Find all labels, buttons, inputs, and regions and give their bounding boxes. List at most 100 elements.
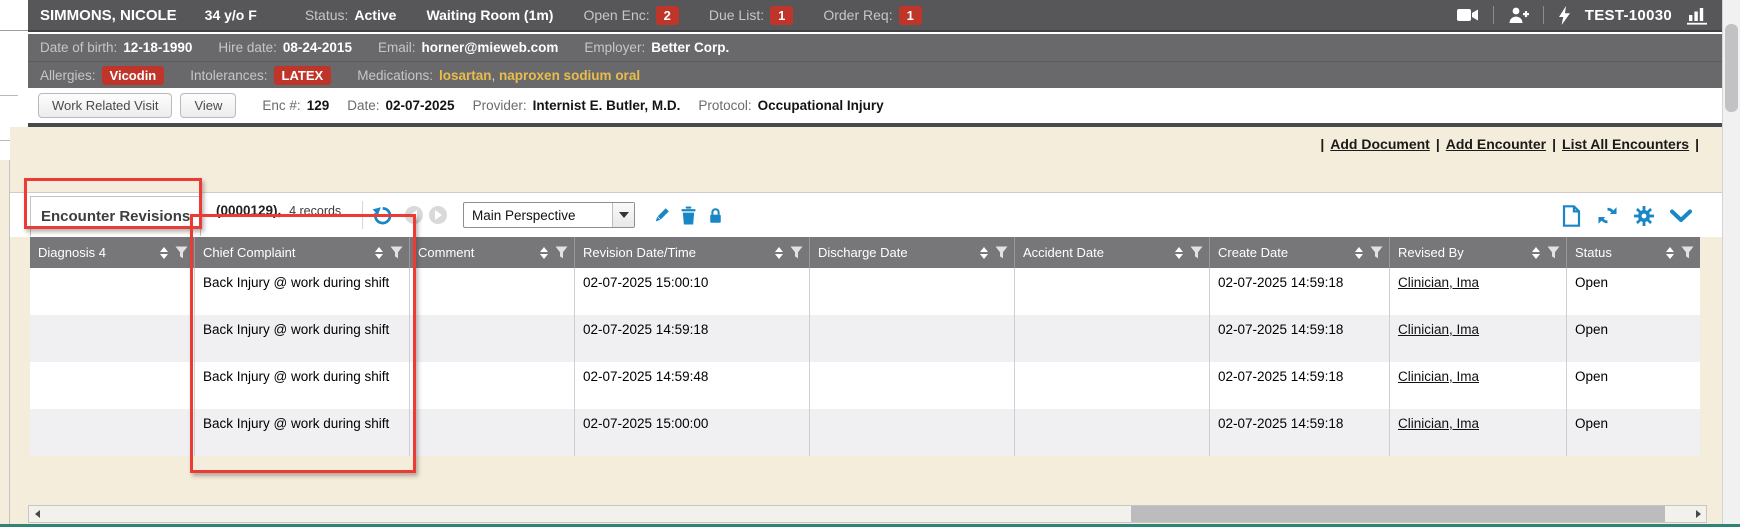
toolbar-button-view[interactable]: View <box>180 93 236 118</box>
cell-discharge-date <box>810 362 1015 409</box>
grid-header-row: Diagnosis 4 Chief Complaint CommentRevisio… <box>30 237 1700 268</box>
horizontal-scroll-thumb[interactable] <box>1131 506 1666 522</box>
grid-row[interactable]: Back Injury @ work during shift02-07-202… <box>30 268 1700 315</box>
medication-item: losartan <box>439 68 492 83</box>
filter-funnel-icon[interactable] <box>1681 246 1694 259</box>
horizontal-scroll-track[interactable] <box>45 506 1690 522</box>
filter-funnel-icon[interactable] <box>1190 246 1203 259</box>
person-add-icon[interactable] <box>1508 6 1529 24</box>
protocol-value: Occupational Injury <box>758 98 884 113</box>
allergies-label: Allergies: <box>40 68 96 83</box>
cell-discharge-date <box>810 315 1015 362</box>
column-header-accident-date[interactable]: Accident Date <box>1015 237 1210 268</box>
column-header-chief-complaint[interactable]: Chief Complaint <box>195 237 410 268</box>
column-header-diagnosis4[interactable]: Diagnosis 4 <box>30 237 195 268</box>
order-req-count-badge[interactable]: 1 <box>899 6 922 25</box>
edit-pencil-icon[interactable] <box>652 206 671 225</box>
encounter-revisions-panel-header: Encounter Revisions (0000129), 4 records… <box>10 192 1722 237</box>
open-enc-count-badge[interactable]: 2 <box>656 6 679 25</box>
cell-diagnosis4 <box>30 409 195 456</box>
scroll-left-arrow[interactable] <box>29 506 45 522</box>
sort-icon[interactable] <box>1666 247 1674 259</box>
hire-date-label: Hire date: <box>218 40 277 55</box>
perspective-select[interactable]: Main Perspective <box>463 202 635 228</box>
sort-icon[interactable] <box>160 247 168 259</box>
bar-chart-icon[interactable] <box>1686 6 1708 25</box>
vertical-scroll-thumb[interactable] <box>1725 24 1738 112</box>
chevron-down-icon[interactable] <box>1670 208 1692 224</box>
column-header-tools <box>160 246 188 259</box>
grid-row[interactable]: Back Injury @ work during shift02-07-202… <box>30 315 1700 362</box>
intolerance-badge[interactable]: LATEX <box>274 66 332 85</box>
sort-icon[interactable] <box>375 247 383 259</box>
column-header-create-date[interactable]: Create Date <box>1210 237 1390 268</box>
column-header-discharge-date[interactable]: Discharge Date <box>810 237 1015 268</box>
enc-number-label: Enc #: <box>262 98 300 113</box>
revised-by-link[interactable]: Clinician, Ima <box>1398 416 1479 431</box>
status-label: Status: <box>305 7 349 23</box>
allergy-badge[interactable]: Vicodin <box>102 66 165 85</box>
gear-icon[interactable] <box>1634 206 1654 226</box>
undo-icon[interactable] <box>372 205 393 226</box>
employer-value: Better Corp. <box>651 40 729 55</box>
toolbar-button-work-related-visit[interactable]: Work Related Visit <box>38 93 172 118</box>
enc-date-label: Date: <box>347 98 379 113</box>
filter-funnel-icon[interactable] <box>1547 246 1560 259</box>
panel-title-tab: Encounter Revisions <box>30 196 201 236</box>
dob-label: Date of birth: <box>40 40 117 55</box>
next-disabled-icon[interactable] <box>429 206 447 224</box>
panel-separator <box>362 201 363 229</box>
vertical-scrollbar[interactable] <box>1722 0 1740 527</box>
sort-icon[interactable] <box>1532 247 1540 259</box>
patient-name: SIMMONS, NICOLE <box>40 7 177 24</box>
link-separator: | <box>1552 136 1556 152</box>
cell-status: Open <box>1567 268 1700 315</box>
filter-funnel-icon[interactable] <box>1370 246 1383 259</box>
filter-funnel-icon[interactable] <box>175 246 188 259</box>
grid-row[interactable]: Back Injury @ work during shift02-07-202… <box>30 362 1700 409</box>
cell-comment <box>410 409 575 456</box>
left-edge-strip <box>0 160 10 527</box>
prev-disabled-icon[interactable] <box>405 206 423 224</box>
cell-discharge-date <box>810 268 1015 315</box>
column-header-status[interactable]: Status <box>1567 237 1700 268</box>
medication-item: naproxen sodium oral <box>499 68 640 83</box>
cell-comment <box>410 268 575 315</box>
horizontal-scrollbar[interactable] <box>28 505 1707 523</box>
sort-icon[interactable] <box>1175 247 1183 259</box>
revised-by-link[interactable]: Clinician, Ima <box>1398 275 1479 290</box>
grid-row[interactable]: Back Injury @ work during shift02-07-202… <box>30 409 1700 456</box>
scroll-right-arrow[interactable] <box>1690 506 1706 522</box>
revised-by-link[interactable]: Clinician, Ima <box>1398 322 1479 337</box>
revised-by-link[interactable]: Clinician, Ima <box>1398 369 1479 384</box>
cell-accident-date <box>1015 409 1210 456</box>
cell-diagnosis4 <box>30 362 195 409</box>
filter-funnel-icon[interactable] <box>995 246 1008 259</box>
action-link-add-document[interactable]: Add Document <box>1330 136 1430 152</box>
icon-separator <box>1493 6 1494 24</box>
action-link-list-all-encounters[interactable]: List All Encounters <box>1562 136 1689 152</box>
sort-icon[interactable] <box>1355 247 1363 259</box>
sort-icon[interactable] <box>775 247 783 259</box>
video-camera-icon[interactable] <box>1457 7 1479 23</box>
action-link-add-encounter[interactable]: Add Encounter <box>1446 136 1546 152</box>
refresh-icon[interactable] <box>1597 205 1618 226</box>
due-list-count-badge[interactable]: 1 <box>770 6 793 25</box>
column-header-label: Chief Complaint <box>203 245 296 260</box>
sort-icon[interactable] <box>540 247 548 259</box>
column-header-comment[interactable]: Comment <box>410 237 575 268</box>
lightning-icon[interactable] <box>1558 6 1571 25</box>
delete-trash-icon[interactable] <box>680 206 697 225</box>
order-req-label: Order Req: <box>823 7 892 23</box>
filter-funnel-icon[interactable] <box>790 246 803 259</box>
new-document-icon[interactable] <box>1562 205 1581 227</box>
hire-date-value: 08-24-2015 <box>283 40 352 55</box>
cell-status: Open <box>1567 315 1700 362</box>
column-header-revision-datetime[interactable]: Revision Date/Time <box>575 237 810 268</box>
lock-icon[interactable] <box>707 206 724 225</box>
column-header-revised-by[interactable]: Revised By <box>1390 237 1567 268</box>
enc-date-value: 02-07-2025 <box>386 98 455 113</box>
filter-funnel-icon[interactable] <box>390 246 403 259</box>
sort-icon[interactable] <box>980 247 988 259</box>
filter-funnel-icon[interactable] <box>555 246 568 259</box>
